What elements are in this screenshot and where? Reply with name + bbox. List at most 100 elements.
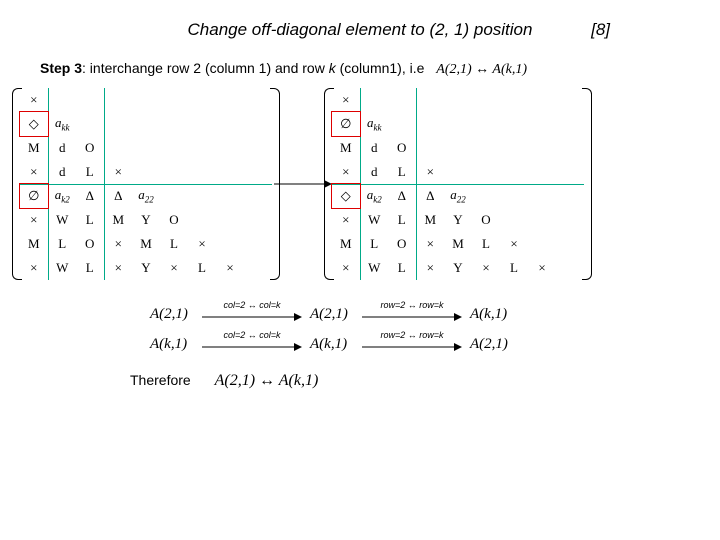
matrix-cell: M [20,232,48,256]
slide-title: Change off-diagonal element to (2, 1) po… [188,20,533,39]
step-text-pre: : interchange row 2 (column 1) and row [82,60,329,76]
matrix-right-wrap: × ∅akk MdO ×dL× ◇ak2ΔΔa22 ×WLMYO MLO×ML×… [332,88,584,280]
derivation-row: A(2,1) col=2 ↔ col=k A(2,1) row=2 ↔ row=… [150,300,570,330]
matrix-cell: L [188,256,216,280]
arrow-right-icon [272,177,332,191]
matrix-cell: W [360,256,388,280]
matrix-cell: Δ [388,184,416,208]
matrix-cell: × [20,208,48,232]
matrix-cell: O [76,136,104,160]
matrix-cell-highlight: ◇ [332,184,360,208]
arrow-right-icon [202,310,302,324]
slide-page: Change off-diagonal element to (2, 1) po… [0,0,720,540]
step-equation: A(2,1) ↔ A(k,1) [436,62,527,77]
deriv-node: A(2,1) [150,306,188,323]
matrix-cell-highlight: ∅ [20,184,48,208]
matrix-cell: akk [360,112,388,136]
matrix-cell: L [76,256,104,280]
matrix-cell: L [360,232,388,256]
therefore-line: Therefore A(2,1) ↔ A(k,1) [130,372,710,390]
arrow-right-icon [202,340,302,354]
matrix-left-wrap: × ◇akk MdO ×dL× ∅ak2ΔΔa22 ×WLMYO MLO×ML×… [20,88,272,280]
matrix-cell: M [332,232,360,256]
matrix-cell-highlight: ◇ [20,112,48,136]
step-label: Step 3 [40,60,82,76]
matrix-cell-highlight: ∅ [332,112,360,136]
matrix-cell: M [332,136,360,160]
deriv-node: A(2,1) [310,306,348,323]
matrix-left: × ◇akk MdO ×dL× ∅ak2ΔΔa22 ×WLMYO MLO×ML×… [20,88,272,280]
matrix-cell: × [104,160,132,184]
deriv-node: A(k,1) [150,336,187,353]
matrix-cell: Δ [416,184,444,208]
matrix-cell: d [360,160,388,184]
slide-number: [8] [591,20,610,40]
arrow-right-icon [362,310,462,324]
matrices-row: × ◇akk MdO ×dL× ∅ak2ΔΔa22 ×WLMYO MLO×ML×… [20,88,700,280]
matrix-cell: × [472,256,500,280]
arrow-right-icon [362,340,462,354]
deriv-node: A(2,1) [470,336,508,353]
matrix-cell: L [388,208,416,232]
deriv-arrow: col=2 ↔ col=k [202,340,302,357]
matrix-cell: × [332,256,360,280]
deriv-arrow-label: row=2 ↔ row=k [362,300,462,310]
matrix-cell: M [416,208,444,232]
matrix-cell: × [528,256,556,280]
matrix-cell: × [188,232,216,256]
matrix-cell: L [388,160,416,184]
matrix-cell: a22 [132,184,160,208]
derivation-row: A(k,1) col=2 ↔ col=k A(k,1) row=2 ↔ row=… [150,330,570,360]
matrix-cell: O [388,136,416,160]
matrix-cell: M [132,232,160,256]
matrix-cell: M [444,232,472,256]
step-k: k [329,60,336,76]
deriv-arrow: col=2 ↔ col=k [202,310,302,327]
transform-arrow [272,177,332,191]
matrix-cell: d [48,136,76,160]
deriv-node: A(k,1) [470,306,507,323]
matrix-cell: × [104,256,132,280]
matrix-cell: ak2 [360,184,388,208]
matrix-cell: O [160,208,188,232]
matrix-cell: × [416,256,444,280]
matrix-cell: × [104,232,132,256]
matrix-cell: M [20,136,48,160]
step-description: Step 3: interchange row 2 (column 1) and… [40,60,710,78]
matrix-cell: × [332,88,360,112]
matrix-table: × ∅akk MdO ×dL× ◇ak2ΔΔa22 ×WLMYO MLO×ML×… [332,88,584,280]
matrix-cell: d [360,136,388,160]
matrix-cell: L [500,256,528,280]
matrix-cell: L [48,232,76,256]
matrix-cell: Δ [104,184,132,208]
matrix-cell: O [388,232,416,256]
deriv-arrow: row=2 ↔ row=k [362,310,462,327]
therefore-label: Therefore [130,372,191,388]
matrix-cell: W [48,256,76,280]
matrix-cell: d [48,160,76,184]
derivation-block: A(2,1) col=2 ↔ col=k A(2,1) row=2 ↔ row=… [150,300,570,360]
matrix-cell: ak2 [48,184,76,208]
matrix-cell: L [388,256,416,280]
matrix-cell: L [160,232,188,256]
deriv-arrow-label: col=2 ↔ col=k [202,330,302,340]
deriv-arrow-label: row=2 ↔ row=k [362,330,462,340]
matrix-right: × ∅akk MdO ×dL× ◇ak2ΔΔa22 ×WLMYO MLO×ML×… [332,88,584,280]
deriv-node: A(k,1) [310,336,347,353]
matrix-cell: Y [132,256,160,280]
matrix-cell: L [76,160,104,184]
matrix-cell: × [160,256,188,280]
matrix-cell: × [332,160,360,184]
step-text-post: (column1), i.e [336,60,425,76]
matrix-cell: O [472,208,500,232]
matrix-cell: akk [48,112,76,136]
matrix-cell: W [48,208,76,232]
matrix-cell: Y [444,208,472,232]
matrix-cell: L [472,232,500,256]
matrix-cell: × [416,232,444,256]
matrix-cell: × [216,256,244,280]
matrix-cell: × [20,256,48,280]
matrix-cell: O [76,232,104,256]
deriv-arrow: row=2 ↔ row=k [362,340,462,357]
matrix-table: × ◇akk MdO ×dL× ∅ak2ΔΔa22 ×WLMYO MLO×ML×… [20,88,272,280]
